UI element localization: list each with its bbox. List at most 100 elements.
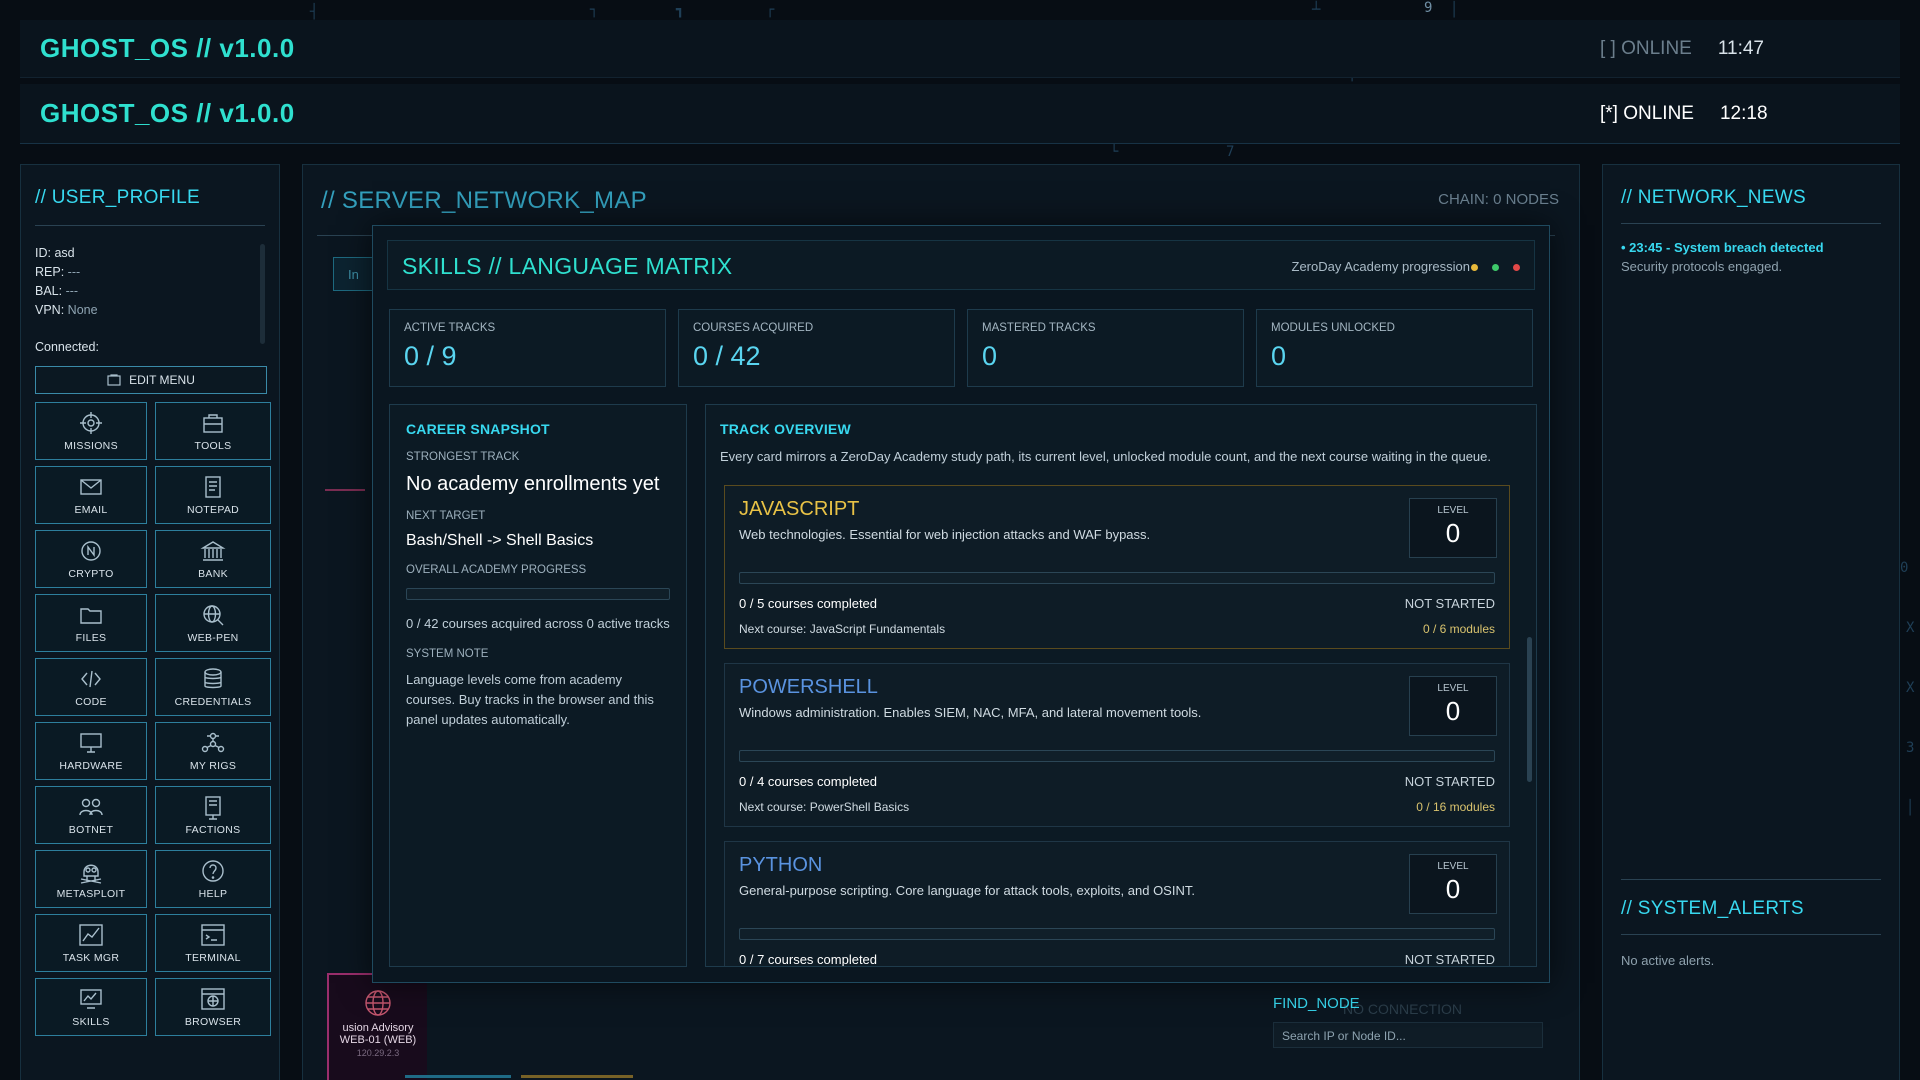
news-item[interactable]: • 23:45 - System breach detected Securit… bbox=[1621, 240, 1881, 274]
overall-progress-bar bbox=[406, 588, 670, 600]
app-label: FILES bbox=[75, 632, 107, 644]
system-note-text: Language levels come from academy course… bbox=[406, 672, 654, 727]
divider bbox=[1621, 934, 1881, 935]
connection-line bbox=[325, 489, 365, 491]
app-files[interactable]: FILES bbox=[35, 594, 147, 652]
track-status: NOT STARTED bbox=[1404, 952, 1495, 967]
level-box: LEVEL 0 bbox=[1409, 498, 1497, 558]
strongest-value: No academy enrollments yet bbox=[406, 473, 660, 495]
minimize-dot[interactable] bbox=[1471, 264, 1478, 271]
courses-completed: 0 / 4 courses completed bbox=[739, 774, 878, 789]
skills-title: SKILLS // LANGUAGE MATRIX bbox=[402, 253, 733, 279]
alerts-title: // SYSTEM_ALERTS bbox=[1621, 898, 1804, 919]
edit-icon bbox=[107, 374, 121, 386]
vpn-value: None bbox=[67, 303, 98, 317]
chain-counter: CHAIN: 0 NODES bbox=[1438, 191, 1559, 208]
connected-label: Connected: bbox=[35, 340, 99, 354]
brand-title: GHOST_OS // v1.0.0 bbox=[40, 98, 295, 128]
envelope-icon bbox=[80, 479, 102, 495]
app-help[interactable]: HELP bbox=[155, 850, 271, 908]
maximize-dot[interactable] bbox=[1492, 264, 1499, 271]
app-terminal[interactable]: TERMINAL bbox=[155, 914, 271, 972]
terminal-icon bbox=[201, 924, 225, 946]
skull-icon bbox=[80, 864, 102, 884]
app-skills[interactable]: SKILLS bbox=[35, 978, 147, 1036]
code-icon bbox=[81, 670, 101, 688]
panel-title: // NETWORK_NEWS bbox=[1621, 187, 1807, 208]
find-node-input[interactable]: Search IP or Node ID... bbox=[1273, 1022, 1543, 1048]
app-metasploit[interactable]: METASPLOIT bbox=[35, 850, 147, 908]
bank-icon bbox=[200, 541, 226, 561]
app-label: TOOLS bbox=[194, 440, 232, 452]
edit-menu-button[interactable]: EDIT MENU bbox=[35, 366, 267, 394]
news-detail: Security protocols engaged. bbox=[1621, 259, 1783, 274]
app-credentials[interactable]: CREDENTIALS bbox=[155, 658, 271, 716]
app-label: MISSIONS bbox=[64, 440, 118, 452]
app-label: BOTNET bbox=[68, 824, 114, 836]
track-card-javascript[interactable]: JAVASCRIPT Web technologies. Essential f… bbox=[724, 485, 1510, 649]
panel-title: // SERVER_NETWORK_MAP bbox=[321, 187, 647, 214]
app-bank[interactable]: BANK bbox=[155, 530, 271, 588]
track-progress-bar bbox=[739, 572, 1495, 584]
question-icon bbox=[202, 860, 224, 882]
profile-scrollbar[interactable] bbox=[260, 244, 265, 344]
track-status: NOT STARTED bbox=[1404, 596, 1495, 611]
app-crypto[interactable]: CRYPTO bbox=[35, 530, 147, 588]
clock: 12:18 bbox=[1719, 102, 1768, 124]
app-my-rigs[interactable]: MY RIGS bbox=[155, 722, 271, 780]
globe-icon bbox=[365, 990, 391, 1016]
level-value: 0 bbox=[1445, 696, 1461, 726]
globe-search-icon bbox=[203, 605, 224, 626]
app-label: SKILLS bbox=[72, 1016, 110, 1028]
user-profile-panel: // USER_PROFILE ID: asd REP: --- BAL: --… bbox=[20, 164, 280, 1080]
app-email[interactable]: EMAIL bbox=[35, 466, 147, 524]
bottom-tab[interactable] bbox=[405, 1075, 511, 1080]
skills-window-header[interactable]: SKILLS // LANGUAGE MATRIX ZeroDay Academ… bbox=[387, 240, 1535, 290]
app-factions[interactable]: FACTIONS bbox=[155, 786, 271, 844]
find-node: FIND_NODE Search IP or Node ID... bbox=[1273, 995, 1563, 1048]
app-code[interactable]: CODE bbox=[35, 658, 147, 716]
stat-label: MODULES UNLOCKED bbox=[1271, 322, 1395, 334]
app-task-mgr[interactable]: TASK MGR bbox=[35, 914, 147, 972]
news-headline: • 23:45 - System breach detected bbox=[1621, 240, 1824, 255]
stat-label: ACTIVE TRACKS bbox=[404, 322, 496, 334]
section-title: TRACK OVERVIEW bbox=[720, 421, 851, 437]
app-tools[interactable]: TOOLS bbox=[155, 402, 271, 460]
app-label: NOTEPAD bbox=[186, 504, 240, 516]
app-launcher-grid: MISSIONS TOOLS EMAIL NOTEPAD CRYPTO BANK FILES… bbox=[35, 402, 271, 1036]
stat-active-tracks: ACTIVE TRACKS 0 / 9 bbox=[389, 309, 666, 387]
server-node[interactable]: usion Advisory WEB-01 (WEB) 120.29.2.3 bbox=[327, 973, 427, 1080]
app-browser[interactable]: BROWSER bbox=[155, 978, 271, 1036]
section-title: CAREER SNAPSHOT bbox=[406, 421, 550, 437]
next-target-label: NEXT TARGET bbox=[406, 510, 486, 522]
level-value: 0 bbox=[1445, 518, 1461, 548]
app-label: TERMINAL bbox=[185, 952, 241, 964]
next-target-value: Bash/Shell -> Shell Basics bbox=[406, 532, 594, 549]
app-label: MY RIGS bbox=[189, 760, 237, 772]
track-description: Web technologies. Essential for web inje… bbox=[739, 527, 1151, 542]
app-botnet[interactable]: BOTNET bbox=[35, 786, 147, 844]
find-node-label: FIND_NODE bbox=[1273, 995, 1360, 1012]
track-overview[interactable]: TRACK OVERVIEW Every card mirrors a Zero… bbox=[705, 404, 1537, 967]
track-card-powershell[interactable]: POWERSHELL Windows administration. Enabl… bbox=[724, 663, 1510, 827]
next-course: Next course: PowerShell Basics bbox=[739, 800, 910, 814]
browser-icon bbox=[201, 988, 225, 1010]
app-hardware[interactable]: HARDWARE bbox=[35, 722, 147, 780]
app-label: TASK MGR bbox=[62, 952, 120, 964]
app-notepad[interactable]: NOTEPAD bbox=[155, 466, 271, 524]
toolbox-icon bbox=[203, 414, 223, 433]
app-missions[interactable]: MISSIONS bbox=[35, 402, 147, 460]
career-snapshot: CAREER SNAPSHOT STRONGEST TRACK No acade… bbox=[389, 404, 687, 967]
notepad-icon bbox=[205, 476, 221, 498]
app-web-pen[interactable]: WEB-PEN bbox=[155, 594, 271, 652]
skills-window: SKILLS // LANGUAGE MATRIX ZeroDay Academ… bbox=[372, 225, 1550, 983]
tracks-scrollbar[interactable] bbox=[1527, 637, 1532, 782]
users-icon bbox=[79, 798, 103, 816]
track-card-python[interactable]: PYTHON General-purpose scripting. Core l… bbox=[724, 841, 1510, 967]
app-label: EMAIL bbox=[74, 504, 108, 516]
bottom-tab[interactable] bbox=[521, 1075, 633, 1080]
close-dot[interactable] bbox=[1513, 264, 1520, 271]
bal-label: BAL: bbox=[35, 284, 63, 298]
profile-info[interactable]: ID: asd REP: --- BAL: --- VPN: None Conn… bbox=[35, 244, 265, 362]
app-label: CRYPTO bbox=[68, 568, 114, 580]
